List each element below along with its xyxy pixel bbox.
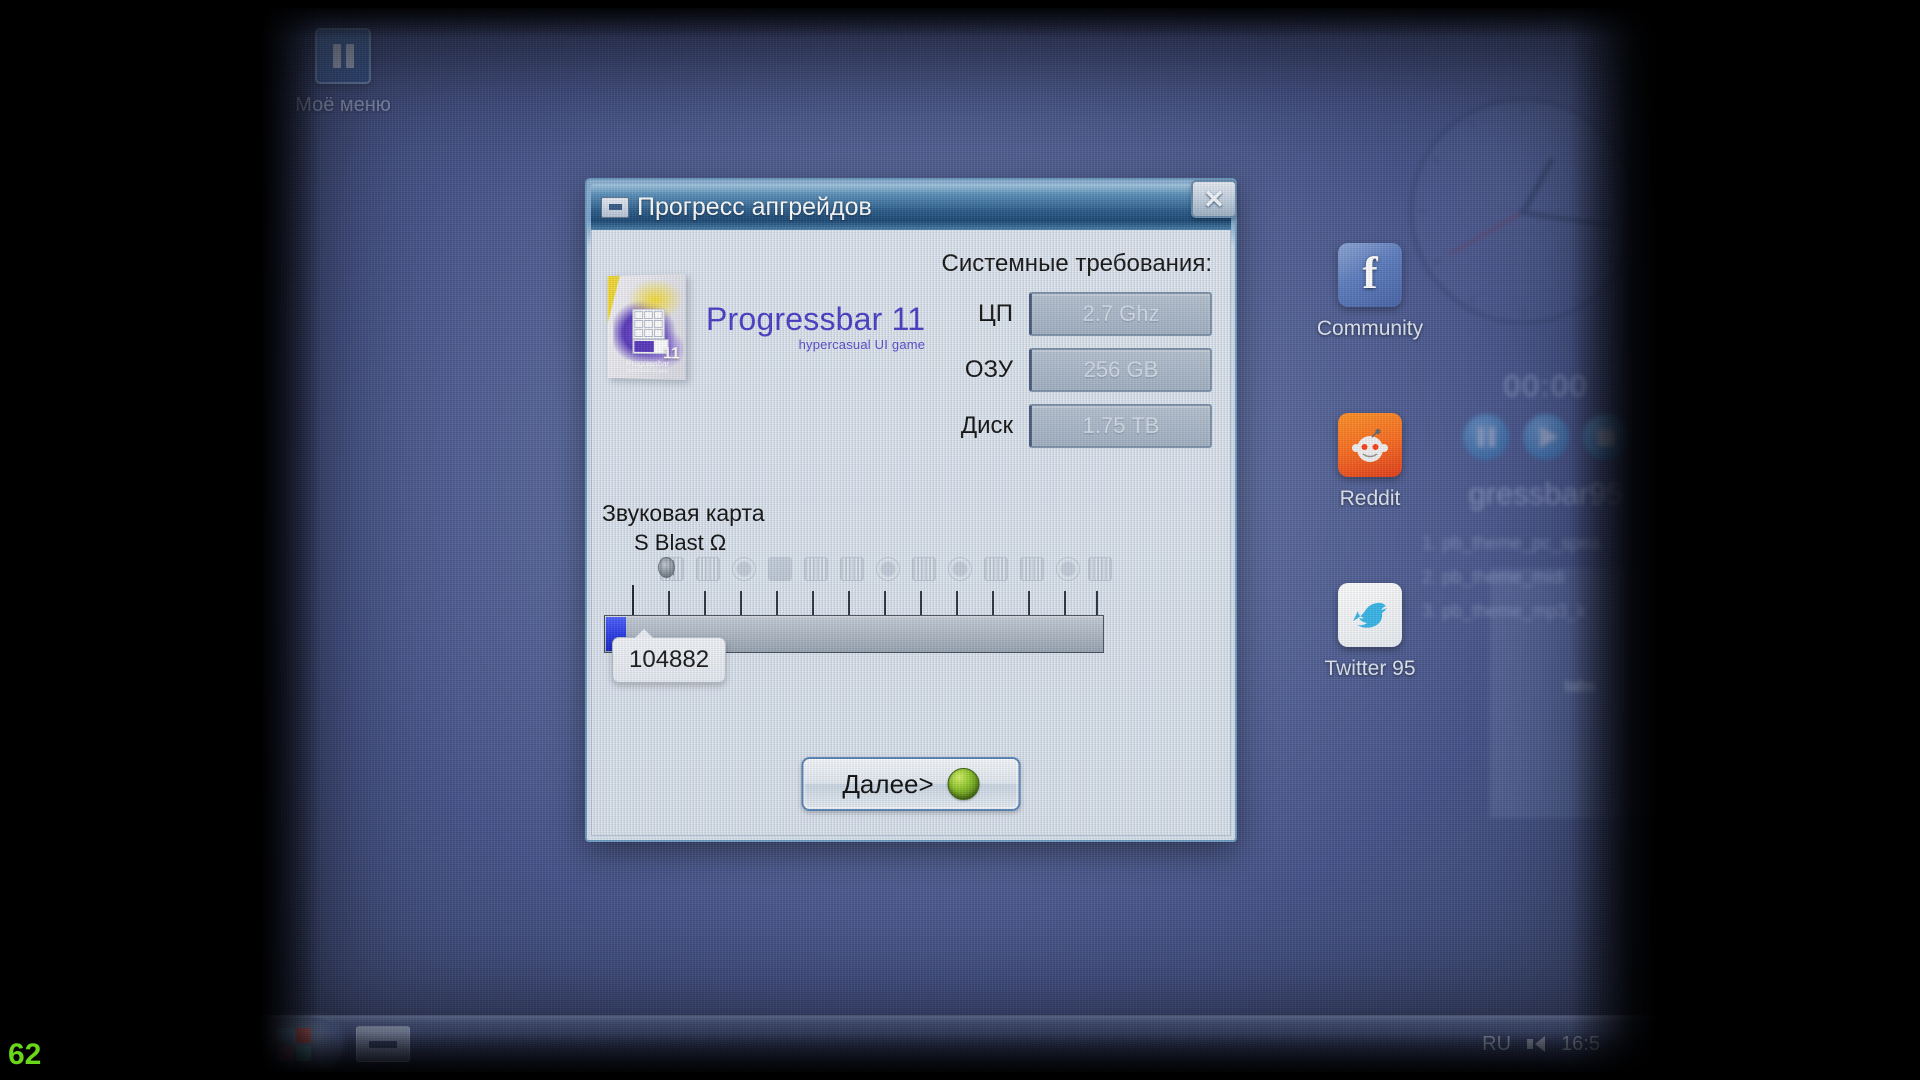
my-menu-icon xyxy=(315,28,371,84)
progress-tooltip: 104882 xyxy=(612,629,727,683)
desktop-icon-twitter[interactable]: Twitter 95 xyxy=(1305,583,1435,681)
game-boxart: 11 Progressbar hypercasual UI game xyxy=(607,273,686,381)
requirement-value: 2.7 Ghz xyxy=(1082,301,1160,326)
tray-clock[interactable]: 16:5 xyxy=(1561,1033,1600,1056)
desktop-icon-label: Community xyxy=(1316,317,1424,340)
sound-card-section-label: Звуковая карта xyxy=(602,500,765,526)
upgrade-progress-dialog[interactable]: Прогресс апгрейдов ✕ 11 Progressbar hype… xyxy=(585,178,1237,842)
media-player-widget[interactable]: 00:00 gressbar95 1. pb_theme_pc_spea 2. … xyxy=(1416,370,1660,629)
upgrade-slider[interactable]: 104882 xyxy=(604,557,1112,683)
clock-hour-hand xyxy=(1520,157,1555,215)
desktop[interactable]: Моё меню f Community Reddit Twitter 95 0… xyxy=(260,8,1660,1072)
taskbar[interactable]: RU 16:5 xyxy=(260,1015,1660,1072)
requirement-field-ram: 256 GB xyxy=(1029,348,1212,392)
dialog-title: Прогресс апгрейдов xyxy=(637,192,872,221)
player-title: gressbar95 xyxy=(1468,476,1624,511)
next-button[interactable]: Далее> xyxy=(801,757,1021,811)
dialog-titlebar[interactable]: Прогресс апгрейдов ✕ xyxy=(591,180,1237,230)
requirement-field-disk: 1.75 TB xyxy=(1029,404,1212,448)
playlist-item[interactable]: 2. pb_theme_midi xyxy=(1422,560,1660,594)
requirement-value: 1.75 TB xyxy=(1082,413,1160,438)
facebook-icon: f xyxy=(1338,243,1402,307)
window-icon xyxy=(601,196,629,218)
desktop-icon-reddit[interactable]: Reddit xyxy=(1305,413,1435,511)
player-time-display: 00:00 xyxy=(1503,370,1589,403)
requirement-label: ЦП xyxy=(977,300,1013,327)
reddit-icon xyxy=(1338,413,1402,477)
product-logo-title: Progressbar 11 xyxy=(706,300,926,337)
requirement-row-disk: Диск 1.75 TB xyxy=(912,404,1212,448)
clock-second-hand xyxy=(1449,211,1524,255)
requirement-label: Диск xyxy=(960,412,1013,439)
volume-icon[interactable] xyxy=(1527,1036,1546,1052)
desktop-icon-label: Моё меню xyxy=(295,94,391,116)
product-banner: 11 Progressbar hypercasual UI game Progr… xyxy=(606,273,925,381)
requirement-row-ram: ОЗУ 256 GB xyxy=(912,348,1212,392)
requirement-field-cpu: 2.7 Ghz xyxy=(1029,292,1212,336)
requirement-row-cpu: ЦП 2.7 Ghz xyxy=(912,292,1212,336)
desktop-icon-label: Twitter 95 xyxy=(1324,657,1416,680)
pause-button[interactable] xyxy=(1463,414,1509,460)
product-logo-subtitle: hypercasual UI game xyxy=(798,336,926,352)
player-controls[interactable] xyxy=(1416,414,1660,460)
green-orb-icon xyxy=(947,768,980,800)
screen-root: Моё меню f Community Reddit Twitter 95 0… xyxy=(0,0,1920,1080)
close-icon: ✕ xyxy=(1203,184,1225,214)
product-logo: Progressbar 11 hypercasual UI game xyxy=(706,303,925,352)
tooltip-arrow xyxy=(635,629,653,638)
playlist-item[interactable]: 1. pb_theme_pc_spea xyxy=(1422,526,1660,560)
close-button[interactable]: ✕ xyxy=(1191,180,1237,218)
start-button[interactable] xyxy=(260,1018,342,1070)
stop-button[interactable] xyxy=(1583,414,1629,460)
tray-language[interactable]: RU xyxy=(1482,1033,1511,1056)
fps-counter: 62 xyxy=(8,1038,42,1071)
dialog-body: 11 Progressbar hypercasual UI game Progr… xyxy=(591,230,1231,836)
desktop-widgets: 00:00 gressbar95 1. pb_theme_pc_spea 2. … xyxy=(1400,98,1660,629)
desktop-icon-label: Reddit xyxy=(1339,487,1401,510)
tooltip-value: 104882 xyxy=(629,646,710,673)
next-button-label: Далее> xyxy=(842,768,934,799)
desktop-icon-community[interactable]: f Community xyxy=(1305,243,1435,341)
requirements-heading: Системные требования: xyxy=(941,250,1213,277)
side-panel-label: tabs xyxy=(1564,678,1596,695)
system-tray[interactable]: RU 16:5 xyxy=(1482,1033,1660,1056)
clock-center-pin xyxy=(1519,207,1528,216)
playlist-item[interactable]: 3. pb_theme_mp3_k xyxy=(1422,594,1660,628)
sound-card-device-name: S Blast Ω xyxy=(634,530,727,555)
requirement-value: 256 GB xyxy=(1083,357,1159,382)
taskbar-window-button[interactable] xyxy=(356,1026,410,1062)
boxart-subtitle-text: hypercasual UI game xyxy=(626,367,669,374)
windows-logo-icon xyxy=(277,1027,311,1061)
boxart-title: Progressbar hypercasual UI game xyxy=(627,359,670,374)
requirement-label: ОЗУ xyxy=(964,356,1013,383)
boxart-grid-icon xyxy=(632,308,665,340)
analog-clock-widget xyxy=(1410,98,1636,324)
clock-minute-hand xyxy=(1522,211,1611,228)
desktop-icon-my-menu[interactable]: Моё меню xyxy=(268,28,418,117)
player-playlist[interactable]: 1. pb_theme_pc_spea 2. pb_theme_midi 3. … xyxy=(1416,526,1660,629)
twitter-bird-icon xyxy=(1338,583,1402,647)
system-requirements: Системные требования: ЦП 2.7 Ghz ОЗУ 256… xyxy=(912,250,1212,460)
play-button[interactable] xyxy=(1523,414,1569,460)
slider-tick-row xyxy=(604,557,1112,615)
